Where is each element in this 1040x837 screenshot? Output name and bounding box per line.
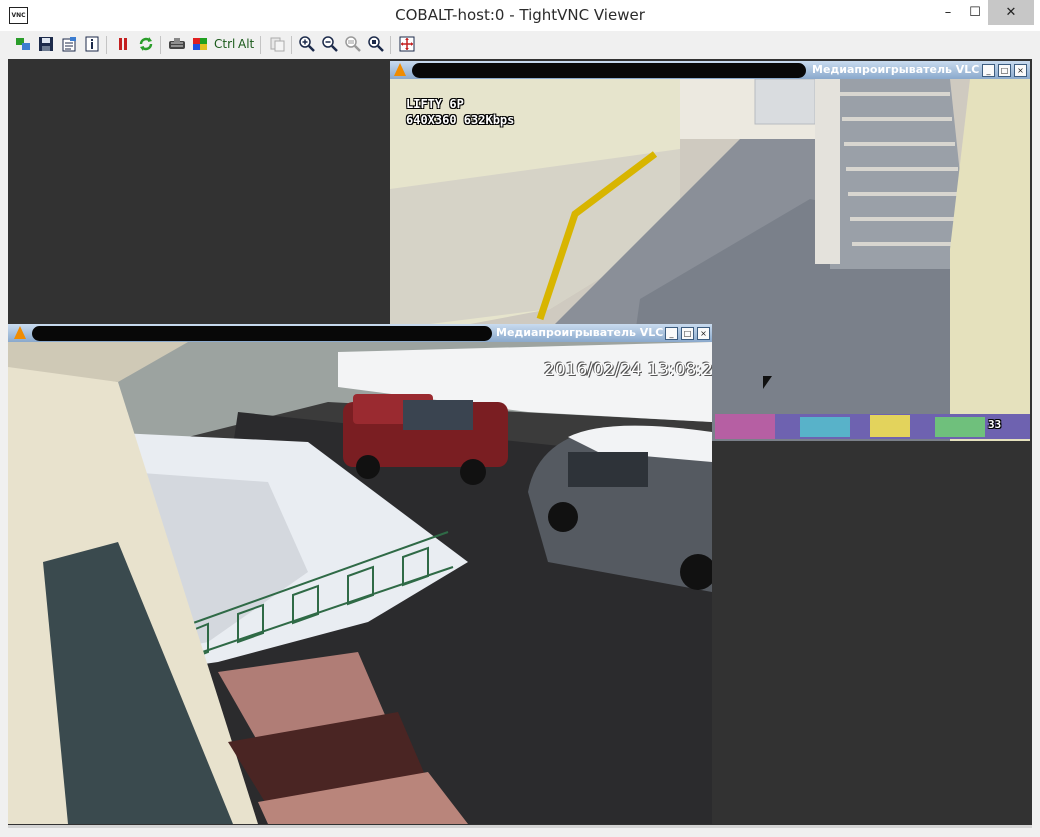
- vlc-top-minimize-button[interactable]: _: [982, 64, 995, 77]
- toolbar-separator: [390, 36, 391, 54]
- info-icon[interactable]: [83, 35, 101, 53]
- vlc-bottom-video: 2016/02/24 13:08:28: [8, 342, 712, 824]
- camera-label: LIFTY 6P: [406, 97, 464, 111]
- window-title: COBALT-host:0 - TightVNC Viewer: [395, 6, 645, 24]
- vlc-cone-icon: [14, 326, 26, 339]
- ctrl-key-button[interactable]: Ctrl: [214, 37, 235, 51]
- toolbar-separator: [160, 36, 161, 54]
- options-icon[interactable]: [60, 35, 78, 53]
- zoom-in-icon[interactable]: [298, 35, 316, 53]
- alt-key-button[interactable]: Alt: [238, 37, 254, 51]
- noise-artifact-text: 33: [988, 418, 1002, 431]
- minimize-button[interactable]: –: [934, 0, 962, 25]
- save-icon[interactable]: [37, 35, 55, 53]
- redacted-title: [412, 63, 806, 78]
- send-ctrl-esc-icon[interactable]: [191, 35, 209, 53]
- title-bar: VNC COBALT-host:0 - TightVNC Viewer – ☐ …: [0, 0, 1040, 31]
- parking-lot-camera-image: [8, 342, 712, 824]
- clipboard-icon[interactable]: [268, 35, 286, 53]
- toolbar-separator: [260, 36, 261, 54]
- zoom-out-icon[interactable]: [321, 35, 339, 53]
- vlc-top-title: Медиапроигрыватель VLC: [812, 63, 980, 76]
- pause-icon[interactable]: [114, 35, 132, 53]
- toolbar-separator: [291, 36, 292, 54]
- redacted-title: [32, 326, 492, 341]
- vlc-bottom-close-button[interactable]: ×: [697, 327, 710, 340]
- camera-resolution-bitrate: 640X360 632Kbps: [406, 113, 515, 127]
- vlc-top-maximize-button[interactable]: □: [998, 64, 1011, 77]
- close-button[interactable]: ✕: [988, 0, 1034, 25]
- fullscreen-icon[interactable]: [398, 35, 416, 53]
- mouse-cursor: [763, 376, 772, 389]
- vlc-bottom-minimize-button[interactable]: _: [665, 327, 678, 340]
- vlc-top-titlebar[interactable]: Медиапроигрыватель VLC _ □ ×: [390, 61, 1030, 79]
- new-connection-icon[interactable]: [14, 35, 32, 53]
- zoom-fit-icon[interactable]: [367, 35, 385, 53]
- toolbar-separator: [106, 36, 107, 54]
- vlc-top-close-button[interactable]: ×: [1014, 64, 1027, 77]
- refresh-icon[interactable]: [137, 35, 155, 53]
- vlc-bottom-title: Медиапроигрыватель VLC: [496, 326, 664, 339]
- toolbar: Ctrl Alt: [0, 31, 1040, 59]
- vlc-cone-icon: [394, 63, 406, 76]
- status-divider: [8, 825, 1032, 828]
- vlc-bottom-titlebar[interactable]: Медиапроигрыватель VLC _ □ ×: [8, 324, 712, 342]
- camera-timestamp: 2016/02/24 13:08:28: [544, 360, 712, 380]
- zoom-100-icon[interactable]: [344, 35, 362, 53]
- maximize-button[interactable]: ☐: [962, 0, 988, 25]
- send-ctrl-alt-del-icon[interactable]: [168, 35, 186, 53]
- vlc-bottom-maximize-button[interactable]: □: [681, 327, 694, 340]
